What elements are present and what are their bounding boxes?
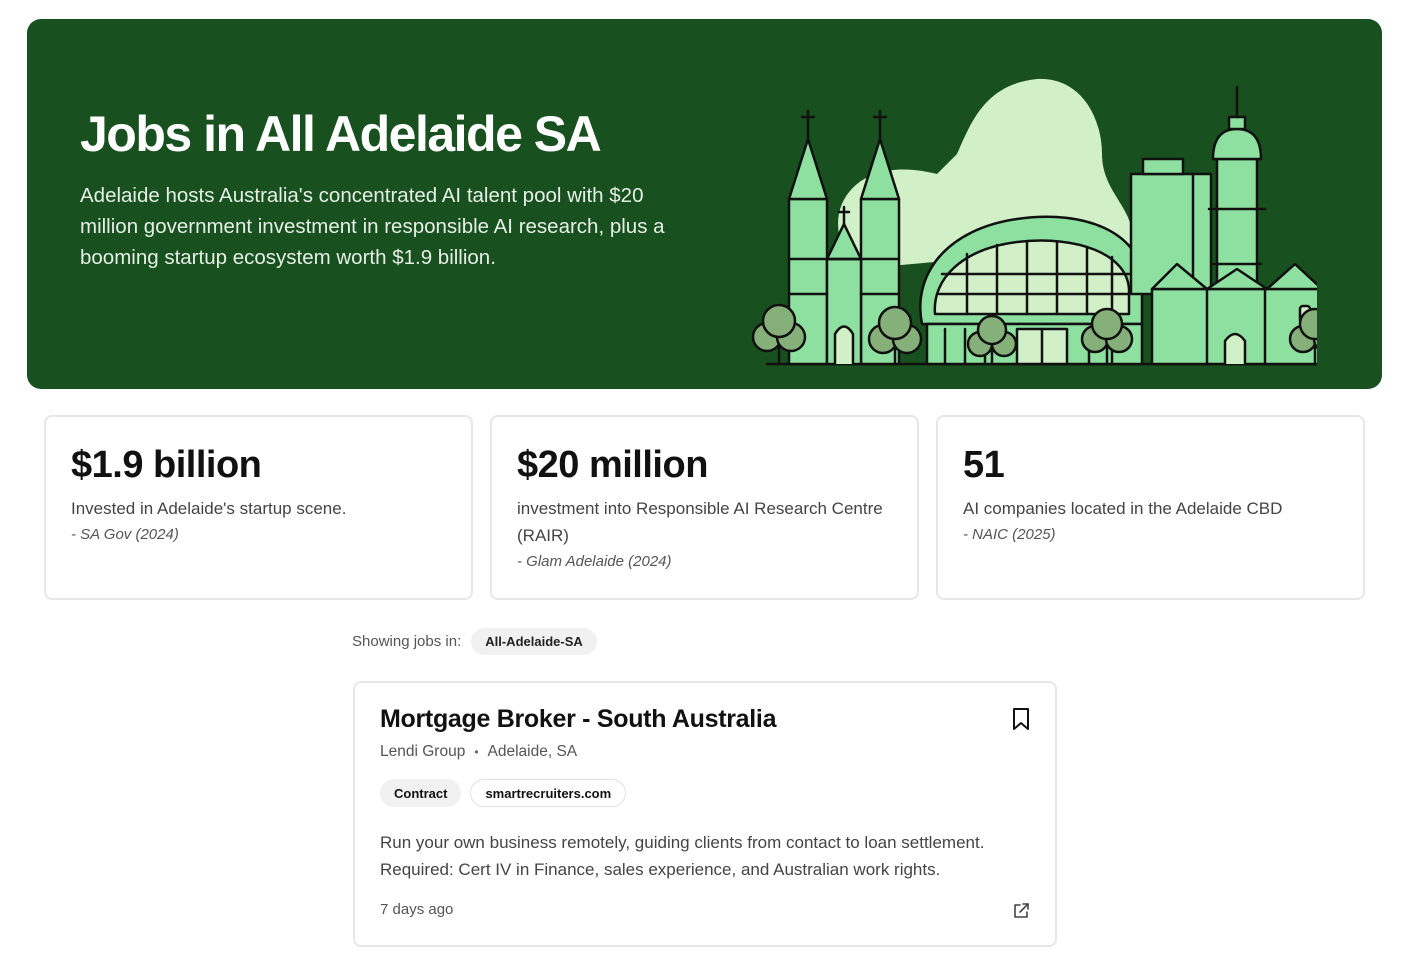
- tag-source: smartrecruiters.com: [470, 779, 627, 807]
- stat-card-startup: $1.9 billion Invested in Adelaide's star…: [44, 415, 473, 600]
- stat-value: 51: [963, 444, 1005, 486]
- stat-source: - SA Gov (2024): [71, 526, 179, 543]
- external-link-icon[interactable]: [1012, 902, 1030, 920]
- hero-description: Adelaide hosts Australia's concentrated …: [80, 184, 665, 269]
- stat-value: $20 million: [517, 444, 708, 486]
- job-meta: Lendi Group • Adelaide, SA: [380, 743, 577, 761]
- adelaide-skyline-illustration: [751, 78, 1317, 366]
- stat-label: investment into Responsible AI Research …: [517, 499, 883, 545]
- filter-label: Showing jobs in:: [352, 632, 462, 650]
- stat-value: $1.9 billion: [71, 444, 262, 486]
- location-chip[interactable]: All-Adelaide-SA: [471, 627, 597, 655]
- stat-source: - NAIC (2025): [963, 526, 1056, 543]
- job-description: Run your own business remotely, guiding …: [380, 833, 985, 879]
- stat-card-ai-companies: 51 AI companies located in the Adelaide …: [936, 415, 1365, 600]
- location-filter: Showing jobs in: All-Adelaide-SA: [352, 627, 597, 655]
- stat-label: AI companies located in the Adelaide CBD: [963, 499, 1283, 518]
- stats-row: $1.9 billion Invested in Adelaide's star…: [44, 415, 1365, 600]
- job-title[interactable]: Mortgage Broker - South Australia: [380, 705, 776, 734]
- hero-banner: Jobs in All Adelaide SA Adelaide hosts A…: [27, 19, 1382, 389]
- job-tags: Contract smartrecruiters.com: [380, 779, 635, 807]
- stat-label: Invested in Adelaide's startup scene.: [71, 499, 347, 518]
- job-card[interactable]: Mortgage Broker - South Australia Lendi …: [353, 681, 1057, 947]
- job-location: Adelaide, SA: [487, 743, 578, 760]
- tag-employment-type: Contract: [380, 779, 462, 807]
- page-title: Jobs in All Adelaide SA: [80, 106, 602, 162]
- company-name: Lendi Group: [380, 743, 466, 760]
- meta-separator: •: [474, 745, 479, 759]
- stat-card-rair: $20 million investment into Responsible …: [490, 415, 919, 600]
- stat-source: - Glam Adelaide (2024): [517, 553, 672, 570]
- posted-time: 7 days ago: [380, 901, 454, 918]
- bookmark-icon[interactable]: [1011, 707, 1031, 731]
